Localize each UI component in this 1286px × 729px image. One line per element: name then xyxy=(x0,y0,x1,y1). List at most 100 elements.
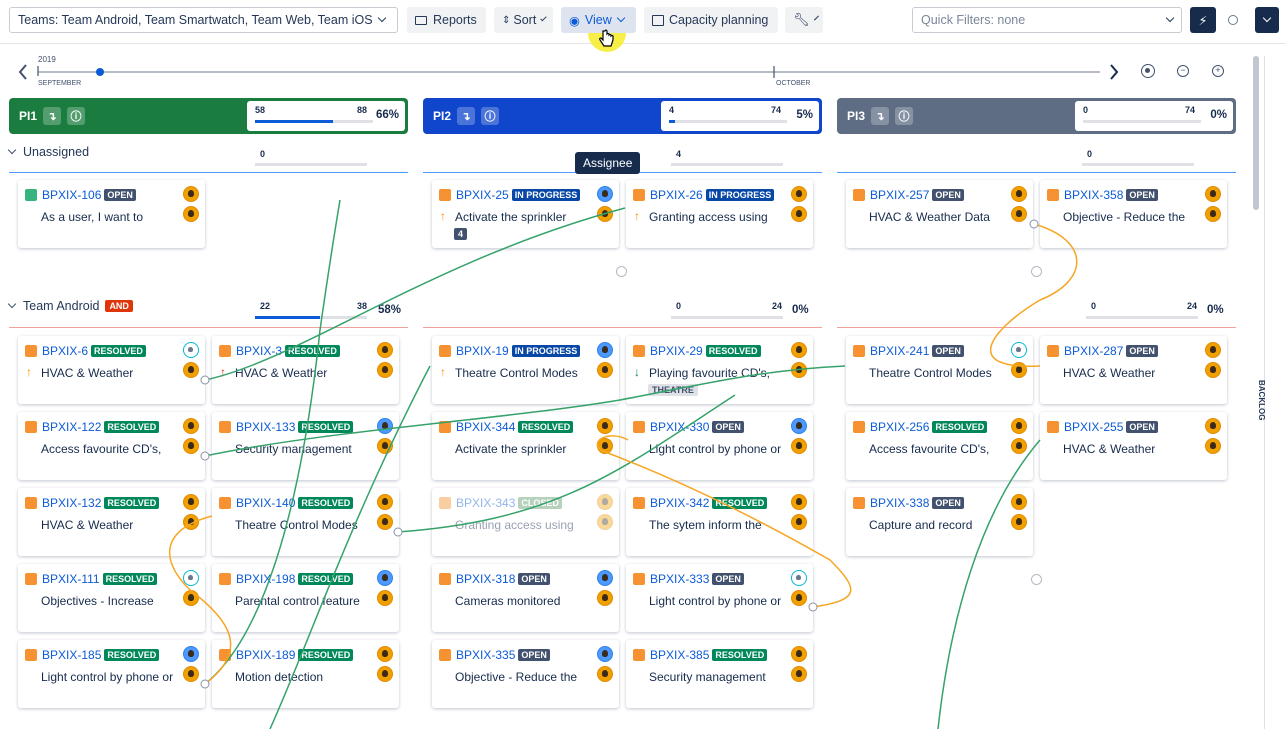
issue-key-link[interactable]: BPXIX-29 RESOLVED xyxy=(633,344,761,358)
reporter-avatar[interactable] xyxy=(1205,438,1221,454)
assignee-avatar[interactable] xyxy=(597,418,613,434)
issue-key-link[interactable]: BPXIX-335 OPEN xyxy=(439,648,550,662)
assignee-avatar[interactable] xyxy=(791,342,807,358)
issue-card[interactable]: BPXIX-358 OPEN Objective - Reduce the xyxy=(1040,180,1227,248)
issue-key-link[interactable]: BPXIX-358 OPEN xyxy=(1047,188,1158,202)
issue-key-link[interactable]: BPXIX-25 IN PROGRESS xyxy=(439,188,581,202)
issue-key-link[interactable]: BPXIX-198 RESOLVED xyxy=(219,572,354,586)
assignee-avatar[interactable] xyxy=(377,494,393,510)
assignee-avatar[interactable] xyxy=(1011,342,1027,358)
issue-key-link[interactable]: BPXIX-19 IN PROGRESS xyxy=(439,344,581,358)
assignee-avatar[interactable] xyxy=(377,342,393,358)
issue-key-link[interactable]: BPXIX-122 RESOLVED xyxy=(25,420,160,434)
backlog-tab[interactable]: BACKLOG xyxy=(1257,380,1266,420)
info-icon[interactable]: ⓘ xyxy=(895,107,914,125)
reporter-avatar[interactable] xyxy=(183,590,199,606)
assignee-avatar[interactable] xyxy=(597,570,613,586)
reporter-avatar[interactable] xyxy=(1011,514,1027,530)
add-issue-button[interactable] xyxy=(616,266,627,277)
sort-arrow-icon[interactable]: ↴ xyxy=(871,107,890,125)
issue-card[interactable]: BPXIX-257 OPEN HVAC & Weather Data xyxy=(846,180,1033,248)
issue-key-link[interactable]: BPXIX-26 IN PROGRESS xyxy=(633,188,775,202)
issue-card[interactable]: BPXIX-19 IN PROGRESS ↑ Theatre Control Mod… xyxy=(432,336,619,404)
issue-key-link[interactable]: BPXIX-385 RESOLVED xyxy=(633,648,768,662)
quick-filters-select[interactable]: Quick Filters: none xyxy=(912,7,1182,33)
reports-button[interactable]: Reports xyxy=(407,7,486,33)
issue-key-link[interactable]: BPXIX-132 RESOLVED xyxy=(25,496,160,510)
assignee-avatar[interactable] xyxy=(791,186,807,202)
add-issue-button[interactable] xyxy=(1031,574,1042,585)
issue-key-link[interactable]: BPXIX-189 RESOLVED xyxy=(219,648,354,662)
issue-key-link[interactable]: BPXIX-255 OPEN xyxy=(1047,420,1158,434)
assignee-avatar[interactable] xyxy=(791,494,807,510)
assignee-avatar[interactable] xyxy=(183,418,199,434)
issue-key-link[interactable]: BPXIX-140 RESOLVED xyxy=(219,496,354,510)
info-icon[interactable]: ⓘ xyxy=(67,107,86,125)
issue-card[interactable]: BPXIX-330 OPEN Light control by phone or xyxy=(626,412,813,480)
reporter-avatar[interactable] xyxy=(1011,362,1027,378)
reporter-avatar[interactable] xyxy=(791,206,807,222)
assignee-avatar[interactable] xyxy=(597,494,613,510)
reporter-avatar[interactable] xyxy=(791,438,807,454)
issue-card[interactable]: BPXIX-335 OPEN Objective - Reduce the xyxy=(432,640,619,708)
capacity-planning-button[interactable]: Capacity planning xyxy=(644,7,778,33)
assignee-avatar[interactable] xyxy=(1011,418,1027,434)
assignee-avatar[interactable] xyxy=(597,646,613,662)
reporter-avatar[interactable] xyxy=(183,206,199,222)
search-button[interactable] xyxy=(1220,7,1246,33)
reporter-avatar[interactable] xyxy=(791,514,807,530)
issue-card[interactable]: BPXIX-287 OPEN HVAC & Weather xyxy=(1040,336,1227,404)
reporter-avatar[interactable] xyxy=(183,666,199,682)
settings-menu-button[interactable]: 🔧︎ xyxy=(785,7,823,33)
teams-select[interactable]: Teams: Team Android, Team Smartwatch, Te… xyxy=(9,7,398,33)
reporter-avatar[interactable] xyxy=(377,362,393,378)
lightning-button[interactable]: ⚡︎ xyxy=(1190,7,1216,33)
reporter-avatar[interactable] xyxy=(1205,362,1221,378)
issue-key-link[interactable]: BPXIX-318 OPEN xyxy=(439,572,550,586)
assignee-avatar[interactable] xyxy=(183,646,199,662)
issue-card[interactable]: BPXIX-132 RESOLVED HVAC & Weather xyxy=(18,488,205,556)
sort-button[interactable]: ⇕ Sort xyxy=(494,7,553,33)
issue-key-link[interactable]: BPXIX-342 RESOLVED xyxy=(633,496,768,510)
issue-key-link[interactable]: BPXIX-333 OPEN xyxy=(633,572,744,586)
issue-card[interactable]: BPXIX-140 RESOLVED Theatre Control Modes xyxy=(212,488,399,556)
issue-key-link[interactable]: BPXIX-330 OPEN xyxy=(633,420,744,434)
issue-card[interactable]: BPXIX-342 RESOLVED The sytem inform the xyxy=(626,488,813,556)
issue-card[interactable]: BPXIX-122 RESOLVED Access favourite CD's, xyxy=(18,412,205,480)
issue-card[interactable]: BPXIX-344 RESOLVED Activate the sprinkler xyxy=(432,412,619,480)
sort-arrow-icon[interactable]: ↴ xyxy=(43,107,62,125)
reporter-avatar[interactable] xyxy=(597,590,613,606)
issue-card[interactable]: BPXIX-133 RESOLVED Security management xyxy=(212,412,399,480)
reporter-avatar[interactable] xyxy=(1011,438,1027,454)
issue-key-link[interactable]: BPXIX-106 OPEN xyxy=(25,188,136,202)
add-issue-button[interactable] xyxy=(1031,266,1042,277)
assignee-avatar[interactable] xyxy=(791,418,807,434)
issue-card[interactable]: BPXIX-106 OPEN As a user, I want to xyxy=(18,180,205,248)
reporter-avatar[interactable] xyxy=(1011,206,1027,222)
issue-key-link[interactable]: BPXIX-338 OPEN xyxy=(853,496,964,510)
issue-card[interactable]: BPXIX-343 CLOSED Granting access using xyxy=(432,488,619,556)
reporter-avatar[interactable] xyxy=(183,438,199,454)
issue-card[interactable]: BPXIX-189 RESOLVED Motion detection xyxy=(212,640,399,708)
reporter-avatar[interactable] xyxy=(597,514,613,530)
reporter-avatar[interactable] xyxy=(791,590,807,606)
issue-key-link[interactable]: BPXIX-111 RESOLVED xyxy=(25,572,158,586)
reporter-avatar[interactable] xyxy=(377,590,393,606)
issue-key-link[interactable]: BPXIX-241 OPEN xyxy=(853,344,964,358)
issue-card[interactable]: BPXIX-338 OPEN Capture and record xyxy=(846,488,1033,556)
issue-key-link[interactable]: BPXIX-257 OPEN xyxy=(853,188,964,202)
issue-key-link[interactable]: BPXIX-185 RESOLVED xyxy=(25,648,160,662)
assignee-avatar[interactable] xyxy=(183,186,199,202)
reporter-avatar[interactable] xyxy=(597,362,613,378)
expand-button[interactable] xyxy=(1255,7,1279,33)
assignee-avatar[interactable] xyxy=(1205,186,1221,202)
reporter-avatar[interactable] xyxy=(597,206,613,222)
reporter-avatar[interactable] xyxy=(791,666,807,682)
reporter-avatar[interactable] xyxy=(1205,206,1221,222)
pi-header-3[interactable]: PI3 ↴ ⓘ 0 74 0% xyxy=(837,98,1236,134)
issue-card[interactable]: BPXIX-385 RESOLVED Security management xyxy=(626,640,813,708)
assignee-avatar[interactable] xyxy=(377,646,393,662)
today-button[interactable] xyxy=(1138,61,1158,81)
assignee-avatar[interactable] xyxy=(1205,418,1221,434)
reporter-avatar[interactable] xyxy=(183,362,199,378)
